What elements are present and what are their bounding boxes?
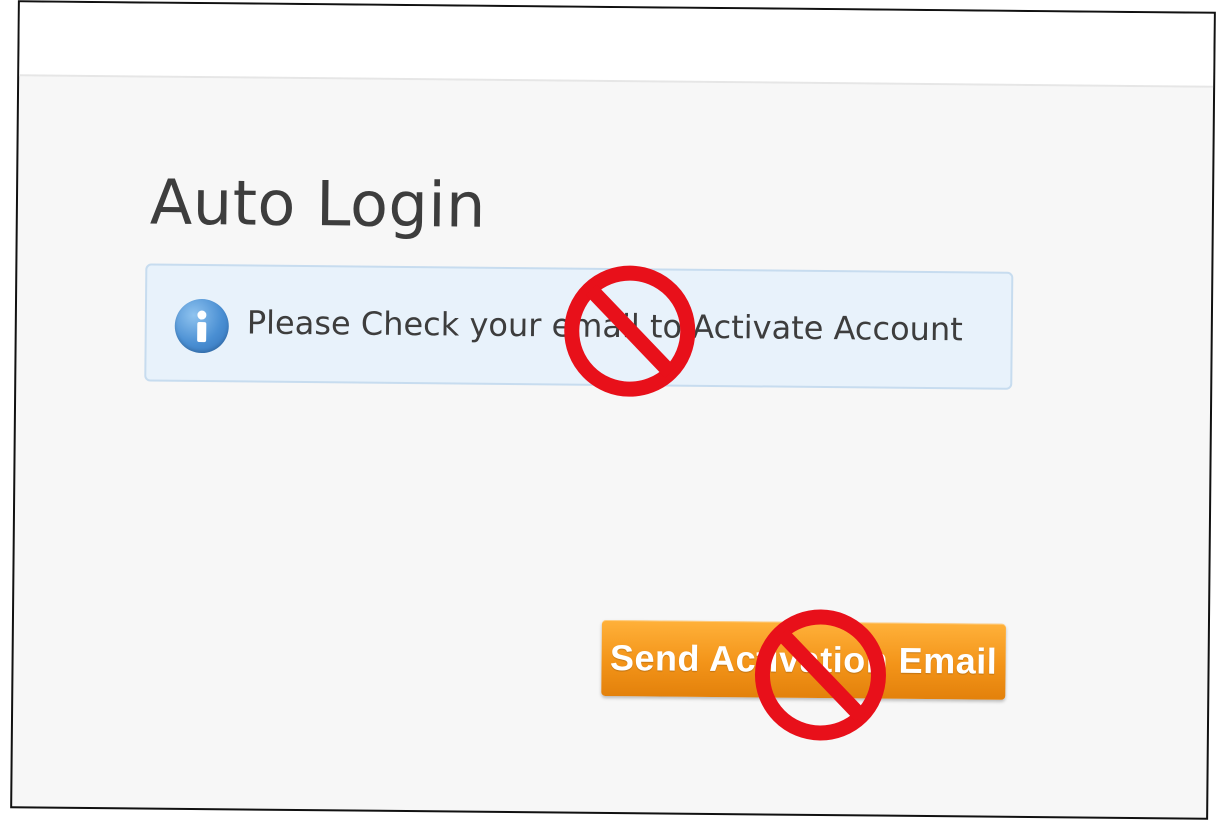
prohibited-icon [754,609,886,741]
top-bar [19,2,1214,88]
app-window: Auto Login Please Check your email to Ac… [10,0,1216,820]
prohibited-icon [564,265,696,397]
page-title: Auto Login [149,165,487,242]
screenshot-frame: Auto Login Please Check your email to Ac… [0,0,1220,826]
info-icon [174,298,230,354]
